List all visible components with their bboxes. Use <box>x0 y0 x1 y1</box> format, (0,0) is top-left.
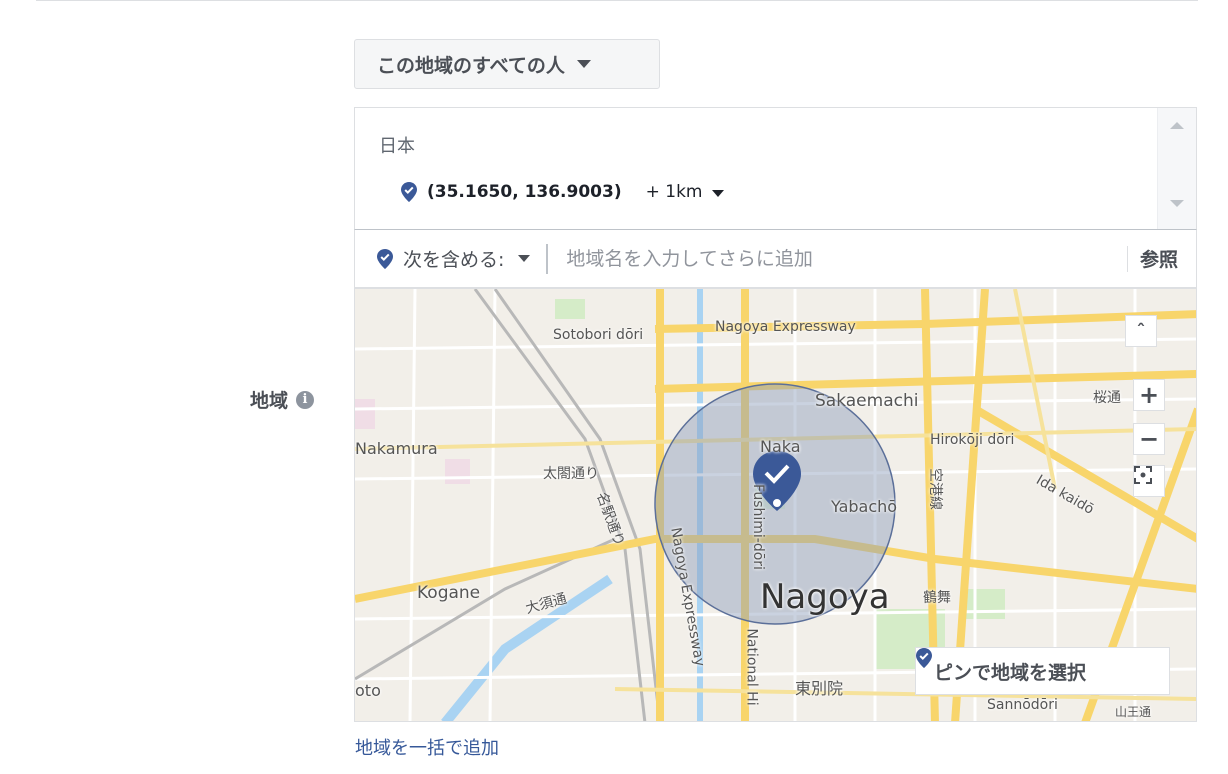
info-icon[interactable]: i <box>296 390 315 409</box>
scroll-up-arrow-icon[interactable] <box>1170 122 1184 129</box>
map-collapse-button[interactable]: ˆ <box>1125 315 1157 347</box>
browse-button[interactable]: 参照 <box>1128 245 1196 272</box>
fullscreen-icon <box>1134 466 1152 484</box>
check-pin-icon <box>377 248 393 269</box>
divider <box>546 243 549 274</box>
map-label: Fushimi-dōri <box>749 484 766 570</box>
zoom-in-button[interactable]: + <box>1133 379 1165 411</box>
map-label: Sotobori dōri <box>553 327 644 343</box>
radius-dropdown[interactable]: + 1km <box>646 182 725 202</box>
map-label: 鶴舞 <box>923 590 951 606</box>
map-label: Nagoya <box>760 577 890 617</box>
audience-type-label: この地域のすべての人 <box>377 54 565 77</box>
map-label: Sakaemachi <box>815 391 919 411</box>
include-mode-label: 次を含める: <box>403 249 505 271</box>
drop-pin-label: ピンで地域を選択 <box>934 661 1087 684</box>
caret-down-icon <box>712 190 725 197</box>
list-scrollbar[interactable] <box>1157 108 1196 229</box>
map-label: Yabachō <box>831 497 898 516</box>
audience-type-dropdown[interactable]: この地域のすべての人 <box>354 39 660 89</box>
location-map[interactable]: Sotobori dōri Nagoya Expressway Sakaemac… <box>354 288 1197 722</box>
map-label: oto <box>355 681 381 700</box>
selected-locations-list: 日本 (35.1650, 136.9003) + 1km <box>354 107 1197 230</box>
fullscreen-button[interactable] <box>1133 465 1165 497</box>
check-pin-icon <box>916 648 932 668</box>
map-label: 空港線 <box>927 468 943 510</box>
map-label: 太閤通り <box>543 466 599 482</box>
location-coordinates: (35.1650, 136.9003) <box>427 182 622 202</box>
map-label: 山王通 <box>1115 705 1152 719</box>
map-label: Naka <box>760 437 801 456</box>
map-label: 桜通 <box>1093 390 1121 406</box>
scroll-down-arrow-icon[interactable] <box>1170 200 1184 207</box>
map-label: Nakamura <box>355 439 438 458</box>
location-search-bar: 次を含める: 参照 <box>354 229 1197 288</box>
check-pin-icon <box>401 182 417 202</box>
top-divider <box>36 0 1198 1</box>
drop-pin-button[interactable]: ピンで地域を選択 <box>915 647 1170 695</box>
location-search-input[interactable] <box>564 246 1059 271</box>
radius-label: + 1km <box>645 182 703 202</box>
caret-down-icon <box>518 255 531 262</box>
location-section-label: 地域 i <box>250 386 315 413</box>
zoom-out-button[interactable]: − <box>1133 423 1165 455</box>
map-label: Nagoya Expressway <box>715 319 856 335</box>
bulk-add-locations-link[interactable]: 地域を一括で追加 <box>355 734 499 760</box>
selected-location-item: (35.1650, 136.9003) + 1km <box>401 182 725 202</box>
map-label: 東別院 <box>795 679 844 698</box>
map-label: Sannōdōri <box>987 697 1058 713</box>
include-mode-dropdown[interactable]: 次を含める: <box>355 245 531 272</box>
map-label: National Hi <box>743 628 760 706</box>
map-label: Kogane <box>417 583 481 603</box>
caret-down-icon <box>576 60 591 68</box>
section-title: 地域 <box>250 390 289 412</box>
map-label: Hirokōji dōri <box>930 432 1015 448</box>
country-label: 日本 <box>379 136 415 157</box>
